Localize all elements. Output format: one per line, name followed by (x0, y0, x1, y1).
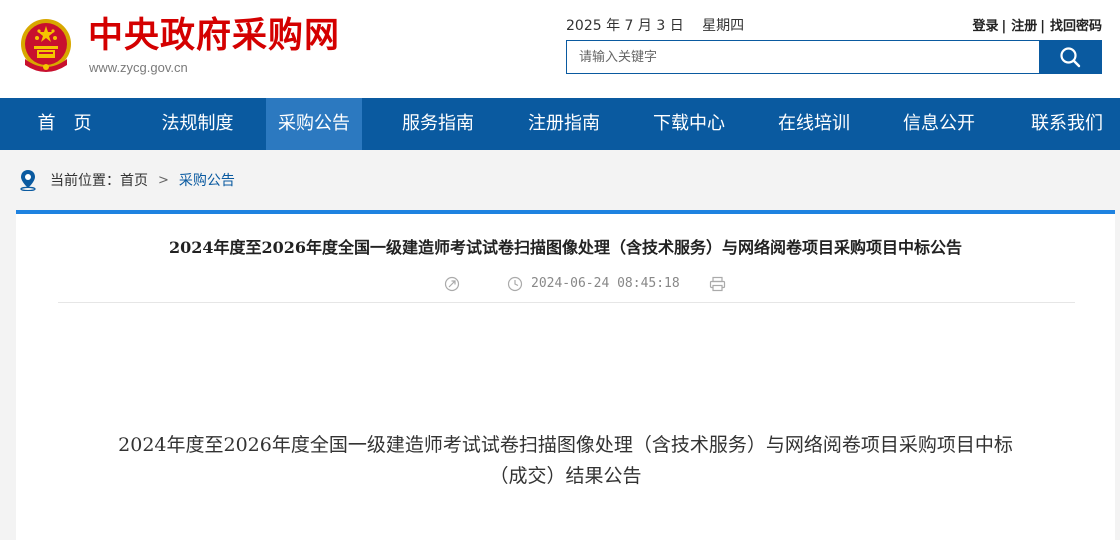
article-panel: 2024年度至2026年度全国一级建造师考试试卷扫描图像处理（含技术服务）与网络… (16, 210, 1115, 540)
search-input[interactable] (567, 41, 1041, 73)
user-links: 登录 | 注册 | 找回密码 (972, 15, 1102, 34)
announcement-heading-line-2: （成交）结果公告 (489, 465, 642, 487)
current-date: 2025 年 7 月 3 日 星期四 (566, 18, 745, 34)
nav-item-service-guide[interactable]: 服务指南 (362, 98, 514, 150)
site-header: 中央政府采购网 www.zycg.gov.cn 2025 年 7 月 3 日 星… (0, 0, 1120, 98)
national-emblem-logo[interactable] (17, 17, 75, 75)
nav-item-contact-us[interactable]: 联系我们 (1014, 98, 1120, 150)
separator: | (1040, 19, 1045, 34)
search-box (566, 40, 1102, 74)
nav-item-information-disclosure[interactable]: 信息公开 (864, 98, 1014, 150)
announcement-heading: 2024年度至2026年度全国一级建造师考试试卷扫描图像处理（含技术服务）与网络… (56, 430, 1075, 492)
recover-password-link[interactable]: 找回密码 (1050, 19, 1102, 34)
site-url: www.zycg.gov.cn (89, 60, 188, 75)
publish-time: 2024-06-24 08:45:18 (531, 276, 680, 291)
nav-item-home[interactable]: 首 页 (0, 98, 129, 150)
print-icon[interactable] (709, 276, 726, 292)
login-link[interactable]: 登录 (972, 19, 998, 34)
share-icon[interactable] (444, 276, 460, 292)
clock-icon (507, 276, 523, 292)
separator: | (1001, 19, 1007, 34)
main-nav: 首 页 法规制度 采购公告 服务指南 注册指南 下载中心 在线培训 信息公开 联… (0, 98, 1120, 150)
site-title: 中央政府采购网 (88, 16, 341, 56)
announcement-heading-line-1: 2024年度至2026年度全国一级建造师考试试卷扫描图像处理（含技术服务）与网络… (118, 434, 1013, 456)
meta-divider (58, 302, 1075, 303)
article-title: 2024年度至2026年度全国一级建造师考试试卷扫描图像处理（含技术服务）与网络… (168, 238, 963, 257)
nav-item-procurement-notices[interactable]: 采购公告 (266, 98, 362, 150)
nav-item-downloads[interactable]: 下载中心 (614, 98, 764, 150)
search-icon (1060, 47, 1081, 68)
breadcrumb: 当前位置： 首页 > 采购公告 (18, 168, 235, 192)
breadcrumb-prefix: 当前位置： (50, 173, 120, 189)
register-link[interactable]: 注册 (1011, 19, 1037, 34)
location-pin-icon (20, 170, 36, 191)
article-meta: 2024-06-24 08:45:18 (16, 274, 1115, 296)
nav-item-regulations[interactable]: 法规制度 (129, 98, 266, 150)
breadcrumb-arrow-icon: > (158, 172, 169, 188)
nav-item-registration-guide[interactable]: 注册指南 (514, 98, 614, 150)
search-button[interactable] (1039, 40, 1101, 74)
nav-item-online-training[interactable]: 在线培训 (764, 98, 864, 150)
breadcrumb-current-link[interactable]: 采购公告 (179, 170, 235, 190)
breadcrumb-home-link[interactable]: 首页 (120, 170, 148, 190)
